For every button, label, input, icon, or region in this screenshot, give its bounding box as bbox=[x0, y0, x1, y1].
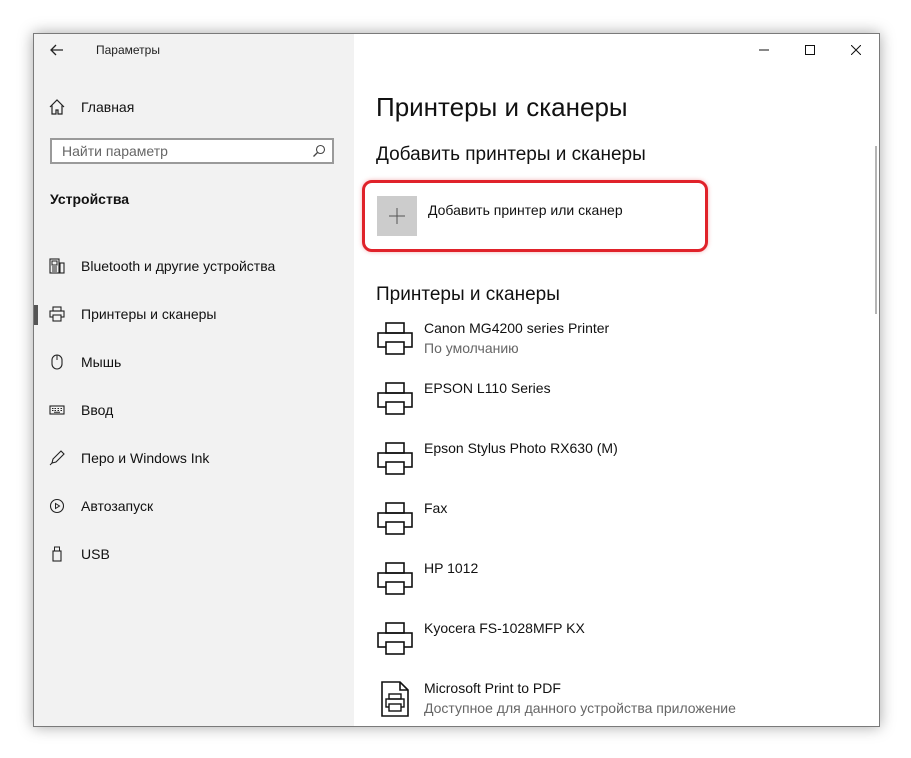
sidebar-item-pen[interactable]: Перо и Windows Ink bbox=[34, 434, 354, 482]
printer-name: Epson Stylus Photo RX630 (M) bbox=[424, 440, 618, 456]
printer-status: По умолчанию bbox=[424, 340, 519, 356]
printer-item[interactable]: Fax bbox=[376, 496, 836, 556]
printers-list-heading: Принтеры и сканеры bbox=[376, 284, 560, 305]
print-to-pdf-icon bbox=[381, 681, 409, 717]
printer-icon bbox=[377, 382, 413, 415]
sidebar-item-bluetooth[interactable]: Bluetooth и другие устройства bbox=[34, 242, 354, 290]
sidebar: Параметры Главная Устройства bbox=[34, 34, 354, 726]
printer-name: Fax bbox=[424, 500, 448, 516]
sidebar-item-label: USB bbox=[81, 546, 110, 562]
printer-icon bbox=[377, 562, 413, 595]
add-tile bbox=[377, 196, 417, 236]
search-icon[interactable] bbox=[312, 144, 326, 158]
autoplay-icon bbox=[48, 497, 66, 515]
printer-item[interactable]: HP 1012 bbox=[376, 556, 836, 616]
bluetooth-devices-icon bbox=[48, 257, 66, 275]
window-controls bbox=[741, 34, 879, 66]
nav-home[interactable]: Главная bbox=[48, 94, 348, 120]
minimize-button[interactable] bbox=[741, 34, 787, 66]
printer-item[interactable]: EPSON L110 Series bbox=[376, 376, 836, 436]
devices-section-heading: Устройства bbox=[50, 191, 130, 207]
add-printers-heading: Добавить принтеры и сканеры bbox=[376, 144, 646, 165]
sidebar-item-label: Принтеры и сканеры bbox=[81, 306, 217, 322]
sidebar-item-usb[interactable]: USB bbox=[34, 530, 354, 578]
printer-name: Microsoft Print to PDF bbox=[424, 680, 561, 696]
nav-home-label: Главная bbox=[81, 99, 135, 115]
printer-icon bbox=[377, 442, 413, 475]
printer-item[interactable]: Epson Stylus Photo RX630 (M) bbox=[376, 436, 836, 496]
maximize-icon bbox=[805, 45, 815, 55]
printer-item[interactable]: Microsoft Print to PDF Доступное для дан… bbox=[376, 676, 836, 726]
printer-name: Kyocera FS-1028MFP KX bbox=[424, 620, 585, 636]
maximize-button[interactable] bbox=[787, 34, 833, 66]
printer-icon bbox=[377, 622, 413, 655]
pen-icon bbox=[48, 449, 66, 467]
sidebar-item-label: Перо и Windows Ink bbox=[81, 450, 210, 466]
back-arrow-icon bbox=[50, 44, 63, 56]
add-printer-button[interactable]: Добавить принтер или сканер bbox=[362, 180, 708, 252]
app-title: Параметры bbox=[96, 43, 160, 57]
minimize-icon bbox=[759, 49, 769, 51]
add-printer-label: Добавить принтер или сканер bbox=[428, 202, 623, 218]
home-icon bbox=[49, 99, 65, 115]
sidebar-item-label: Bluetooth и другие устройства bbox=[81, 258, 276, 274]
plus-icon bbox=[389, 208, 405, 224]
printer-item[interactable]: Kyocera FS-1028MFP KX bbox=[376, 616, 836, 676]
sidebar-item-printers[interactable]: Принтеры и сканеры bbox=[34, 290, 354, 338]
sidebar-item-autoplay[interactable]: Автозапуск bbox=[34, 482, 354, 530]
printer-list: Canon MG4200 series Printer По умолчанию… bbox=[376, 316, 836, 726]
printer-name: EPSON L110 Series bbox=[424, 380, 551, 396]
printer-name: HP 1012 bbox=[424, 560, 479, 576]
main-content: Принтеры и сканеры Добавить принтеры и с… bbox=[354, 34, 879, 726]
sidebar-item-label: Ввод bbox=[81, 402, 114, 418]
search-box[interactable] bbox=[50, 138, 334, 164]
scrollbar[interactable] bbox=[875, 146, 877, 314]
mouse-icon bbox=[48, 353, 66, 371]
page-title: Принтеры и сканеры bbox=[376, 92, 628, 122]
sidebar-item-label: Автозапуск bbox=[81, 498, 154, 514]
sidebar-item-label: Мышь bbox=[81, 354, 122, 370]
printer-icon bbox=[48, 305, 66, 323]
keyboard-icon bbox=[48, 401, 66, 419]
printer-icon bbox=[377, 502, 413, 535]
printer-status: Доступное для данного устройства приложе… bbox=[424, 700, 736, 716]
search-input[interactable] bbox=[52, 140, 302, 162]
usb-icon bbox=[48, 545, 66, 563]
printer-name: Canon MG4200 series Printer bbox=[424, 320, 610, 336]
close-icon bbox=[851, 45, 861, 55]
close-button[interactable] bbox=[833, 34, 879, 66]
sidebar-item-input[interactable]: Ввод bbox=[34, 386, 354, 434]
settings-window: Параметры Главная Устройства bbox=[33, 33, 880, 727]
printer-icon bbox=[377, 322, 413, 355]
devices-nav: Bluetooth и другие устройства Принтеры и… bbox=[34, 242, 354, 578]
printer-item[interactable]: Canon MG4200 series Printer По умолчанию bbox=[376, 316, 836, 376]
back-button[interactable] bbox=[34, 34, 80, 66]
sidebar-item-mouse[interactable]: Мышь bbox=[34, 338, 354, 386]
